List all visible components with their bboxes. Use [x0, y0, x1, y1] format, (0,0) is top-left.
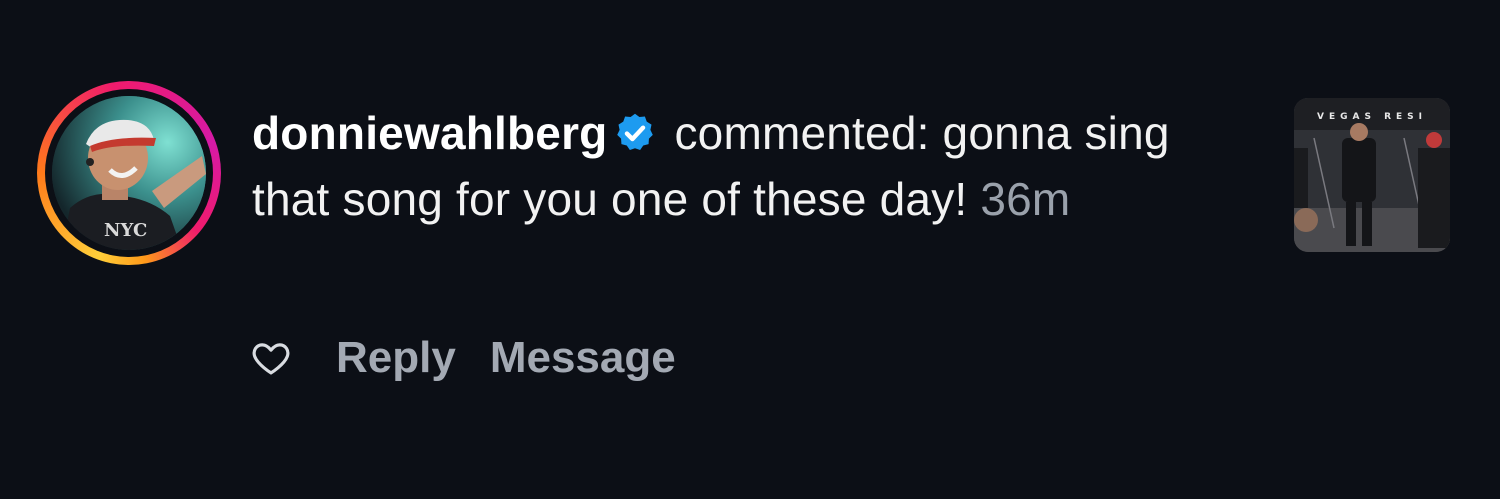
comment-actions: Reply Message	[250, 330, 710, 386]
comment-text: donniewahlberg commented: gonna sing tha…	[252, 100, 1252, 232]
svg-text:NYC: NYC	[104, 220, 147, 241]
comment-timestamp: 36m	[980, 173, 1071, 225]
thumbnail-banner-text: VEGAS RESI	[1317, 112, 1427, 122]
heart-outline-icon[interactable]	[250, 337, 292, 379]
avatar: NYC	[52, 96, 206, 250]
username-link[interactable]: donniewahlberg	[252, 107, 607, 159]
reply-button[interactable]: Reply	[336, 333, 456, 383]
verified-badge-icon	[617, 113, 654, 151]
avatar-photo: NYC	[52, 96, 206, 250]
story-ring-avatar[interactable]: NYC	[37, 81, 221, 265]
avatar-ring-gap: NYC	[45, 89, 213, 257]
message-button[interactable]: Message	[490, 333, 676, 383]
post-thumbnail[interactable]: VEGAS RESI	[1294, 98, 1450, 252]
